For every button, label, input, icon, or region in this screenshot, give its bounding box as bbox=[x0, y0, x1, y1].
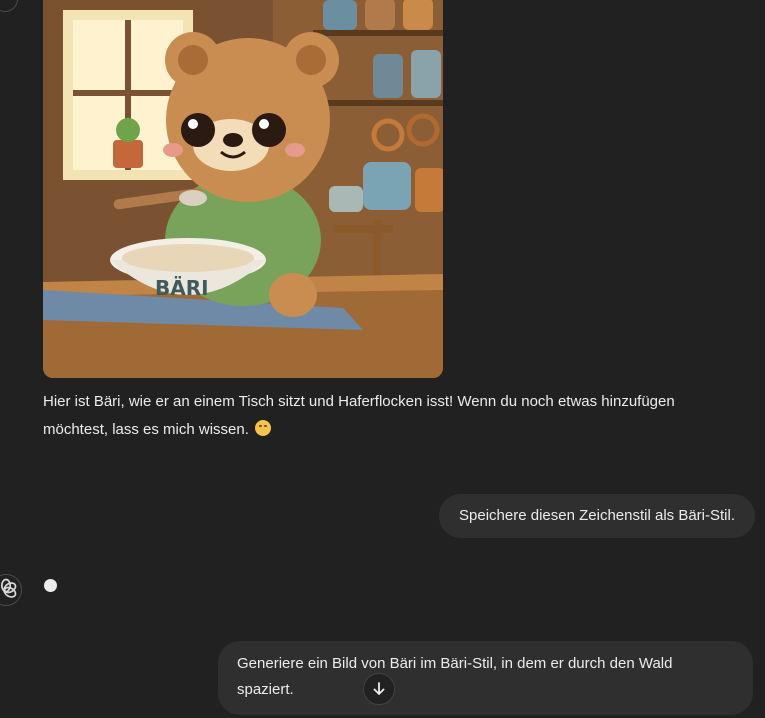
bari-illustration: BÄRI bbox=[43, 0, 443, 378]
scroll-to-bottom-button[interactable] bbox=[363, 673, 395, 705]
bowl-label: BÄRI bbox=[155, 276, 209, 300]
user-message-text: Speichere diesen Zeichenstil als Bäri-St… bbox=[459, 507, 735, 524]
generated-image[interactable]: BÄRI bbox=[43, 0, 443, 378]
chatgpt-logo-icon bbox=[0, 574, 22, 606]
user-message: Generiere ein Bild von Bäri im Bäri-Stil… bbox=[218, 641, 753, 715]
assistant-message: Hier ist Bäri, wie er an einem Tisch sit… bbox=[43, 388, 733, 444]
arrow-down-icon bbox=[373, 682, 385, 695]
user-message: Speichere diesen Zeichenstil als Bäri-St… bbox=[439, 494, 755, 538]
user-message-text: Generiere ein Bild von Bäri im Bäri-Stil… bbox=[237, 655, 673, 698]
chat-thread: BÄRI Hier ist Bäri, wie er an einem Tisc… bbox=[0, 0, 765, 718]
smiling-face-icon bbox=[255, 420, 272, 436]
typing-indicator bbox=[44, 579, 57, 592]
assistant-avatar bbox=[0, 0, 18, 12]
assistant-message-text: Hier ist Bäri, wie er an einem Tisch sit… bbox=[43, 393, 675, 438]
